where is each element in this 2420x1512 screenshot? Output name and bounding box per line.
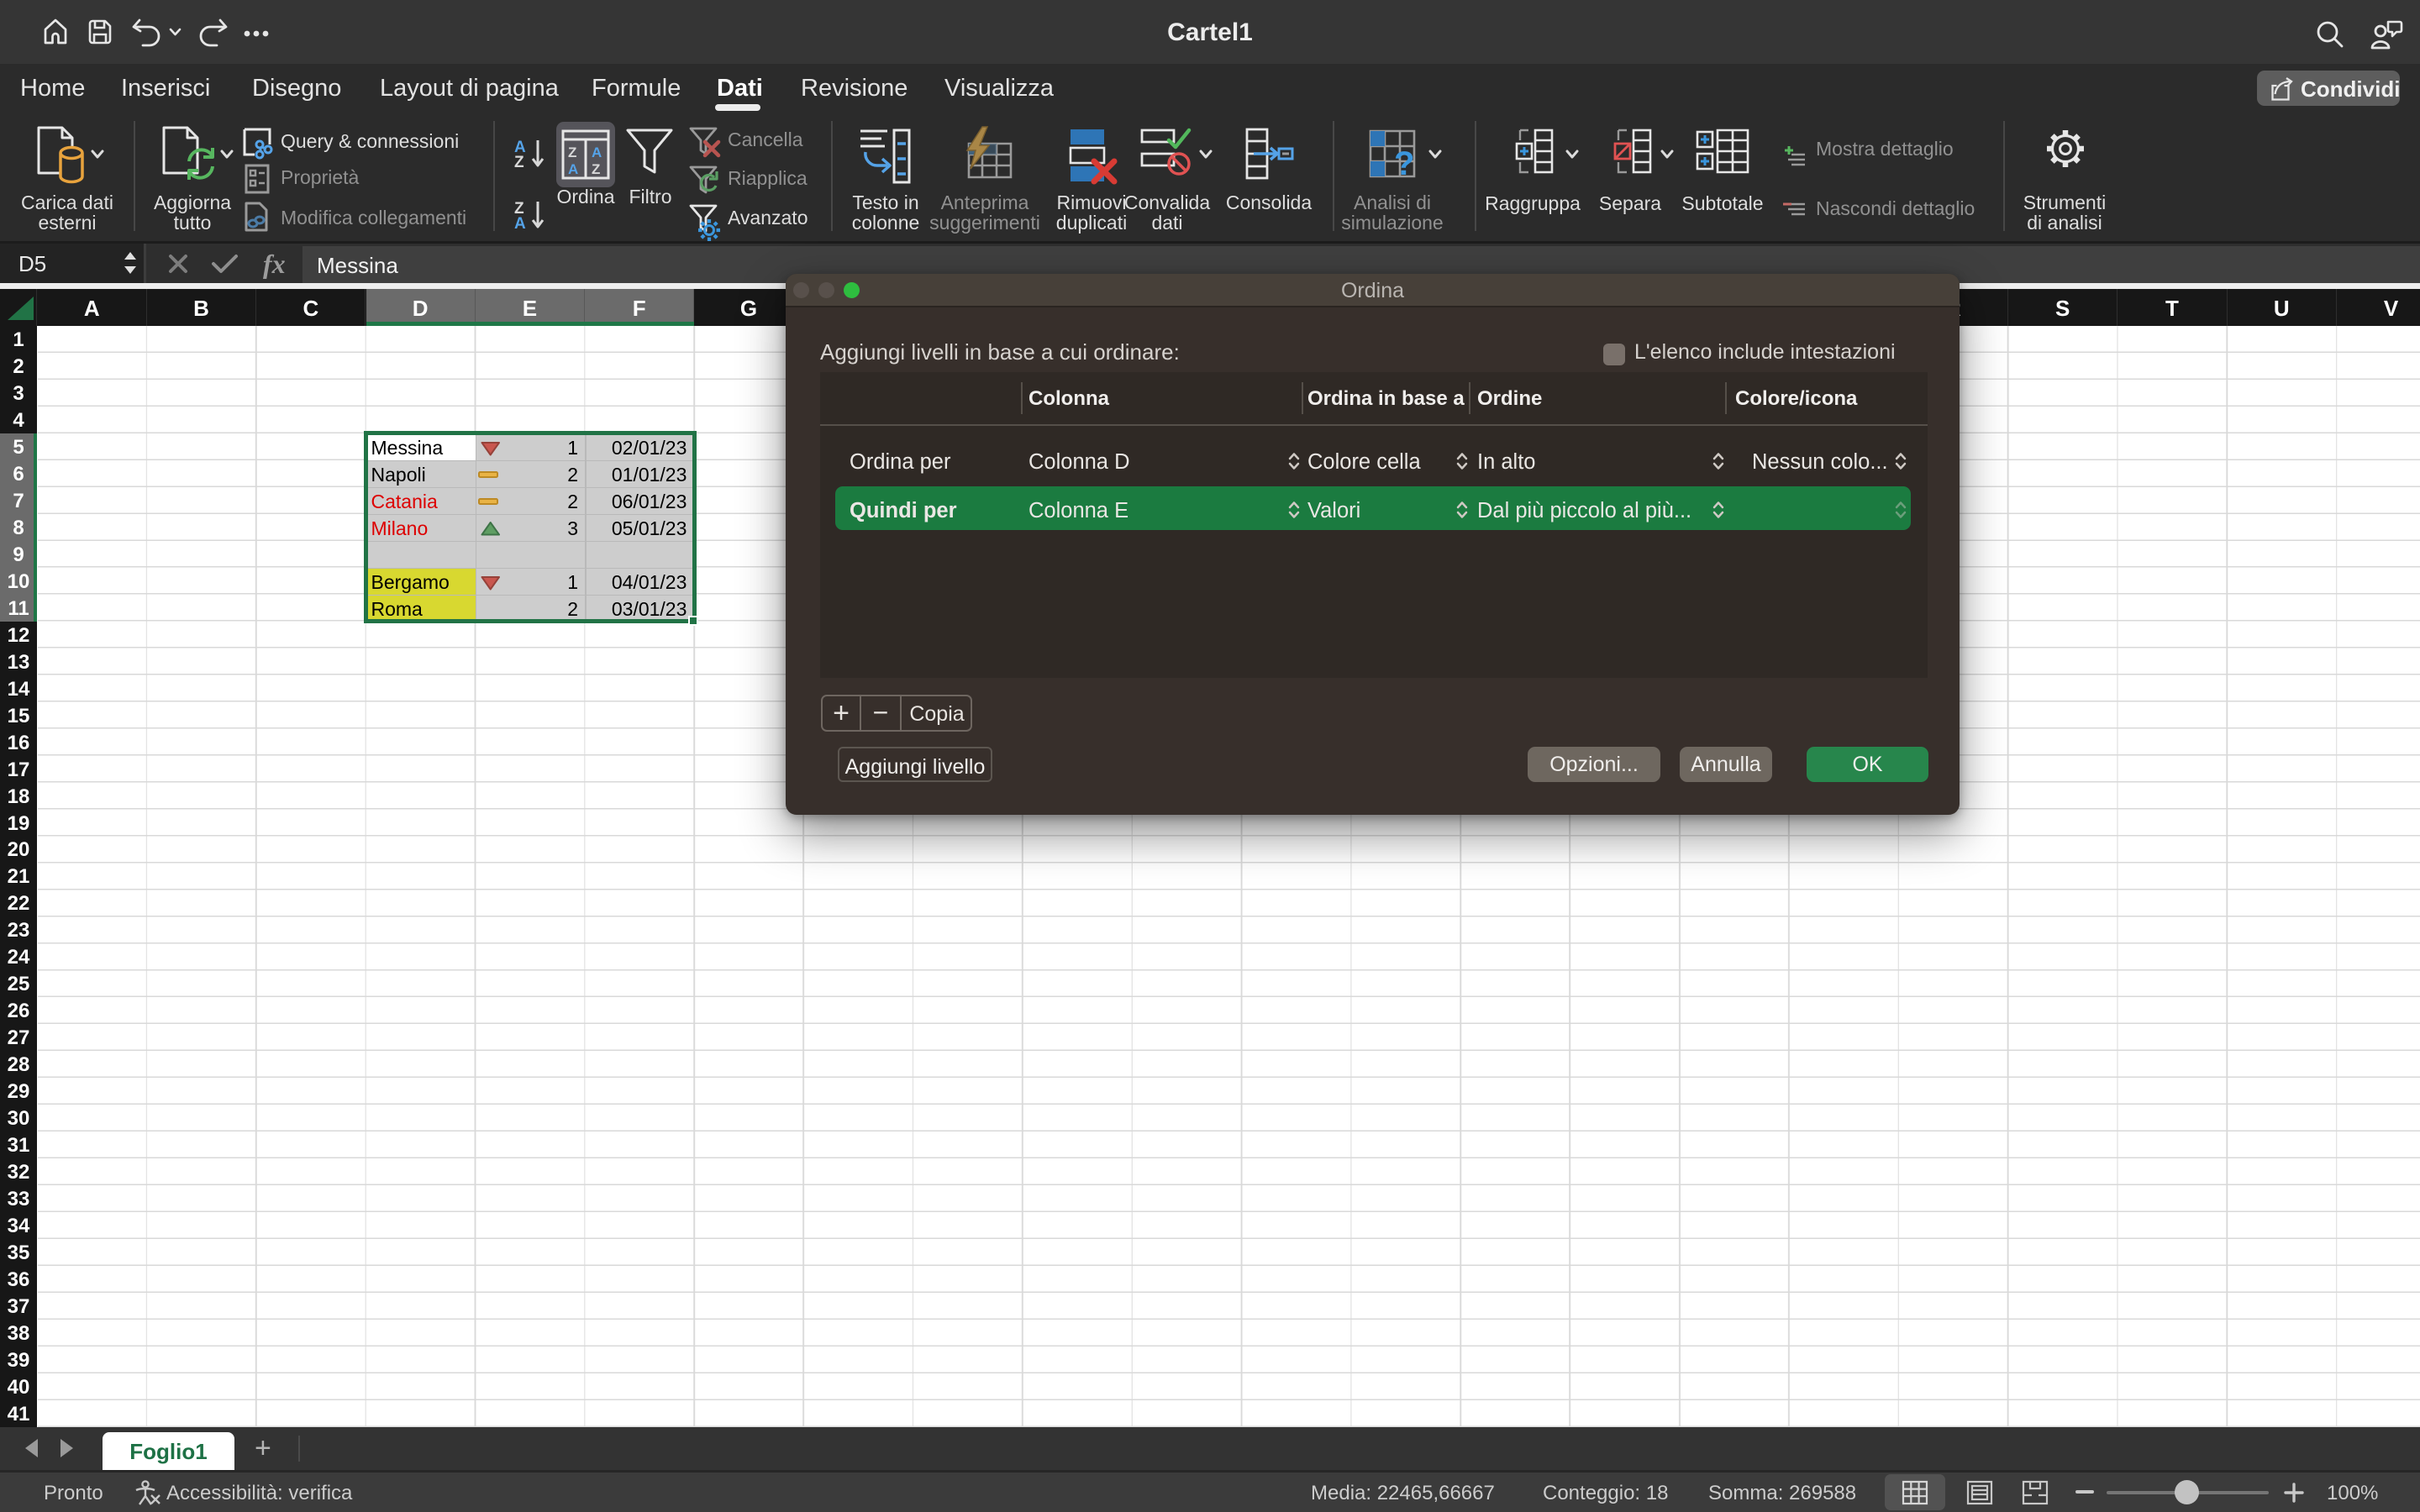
svg-text:A: A	[592, 144, 602, 160]
svg-text:A: A	[514, 215, 526, 233]
svg-text:Z: Z	[592, 161, 600, 177]
svg-text:A: A	[568, 161, 578, 177]
svg-text:Z: Z	[514, 154, 524, 171]
svg-text:?: ?	[1394, 145, 1414, 182]
svg-text:Z: Z	[568, 144, 576, 160]
